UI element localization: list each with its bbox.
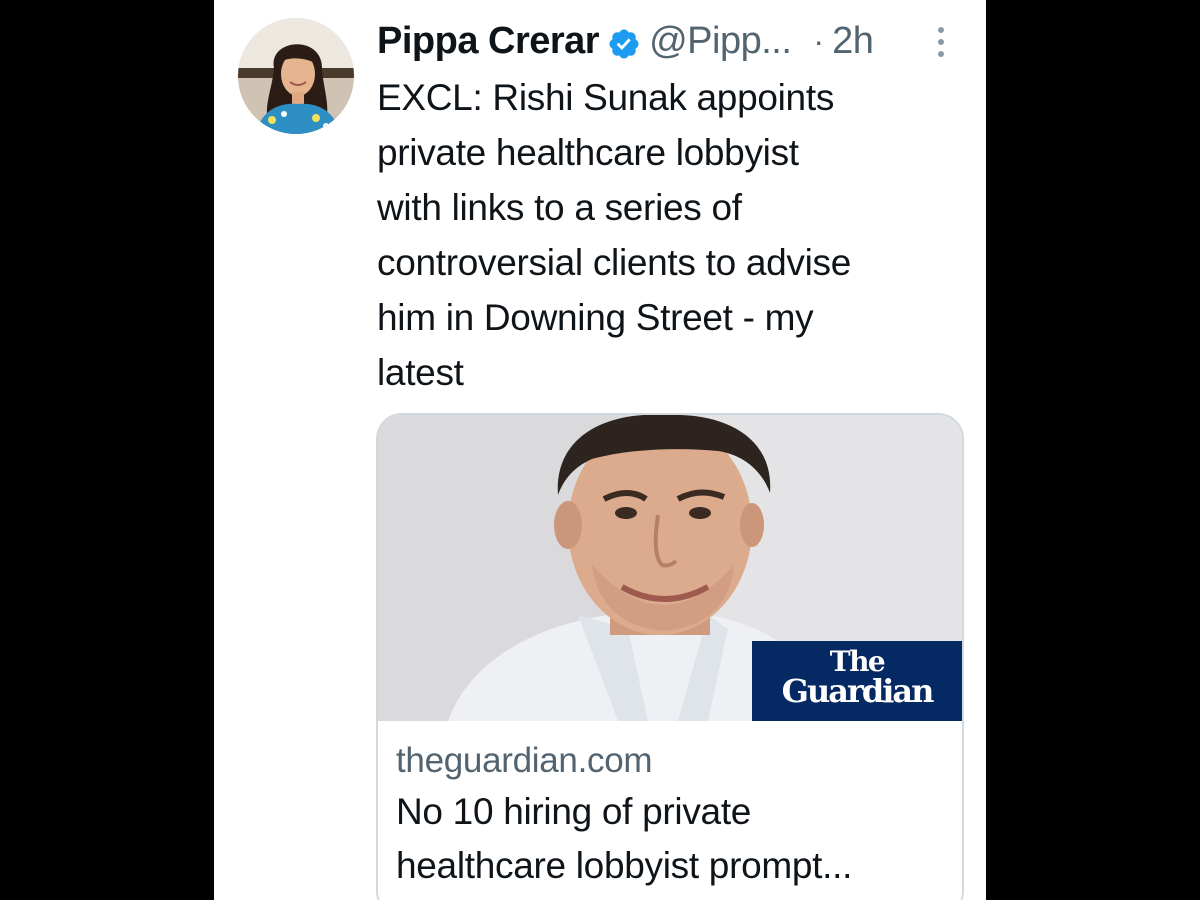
- link-preview-card[interactable]: The Guardian theguardian.com No 10 hirin…: [376, 413, 964, 900]
- author-handle[interactable]: @Pipp...: [649, 16, 792, 66]
- tweet-header: Pippa Crerar @Pipp... · 2h: [377, 16, 977, 66]
- link-preview-image[interactable]: The Guardian: [378, 415, 962, 721]
- letterbox-left: [0, 0, 214, 900]
- tweet-card[interactable]: Pippa Crerar @Pipp... · 2h EXCL: Rishi S…: [214, 0, 986, 900]
- link-domain: theguardian.com: [396, 741, 653, 780]
- link-title: No 10 hiring of private healthcare lobby…: [396, 791, 853, 886]
- link-preview-meta: theguardian.com No 10 hiring of private …: [396, 739, 956, 893]
- author-avatar[interactable]: [238, 18, 354, 134]
- guardian-logo: The Guardian: [752, 641, 962, 721]
- avatar-photo: [238, 18, 354, 134]
- more-options-icon[interactable]: [931, 22, 951, 62]
- letterbox-right: [986, 0, 1200, 900]
- author-display-name[interactable]: Pippa Crerar: [377, 16, 600, 66]
- guardian-logo-guardian: Guardian: [781, 672, 935, 710]
- tweet-text: EXCL: Rishi Sunak appoints private healt…: [377, 77, 851, 393]
- tweet-timestamp[interactable]: 2h: [832, 16, 874, 66]
- separator-dot: ·: [813, 23, 825, 59]
- verified-badge-icon: [607, 24, 641, 59]
